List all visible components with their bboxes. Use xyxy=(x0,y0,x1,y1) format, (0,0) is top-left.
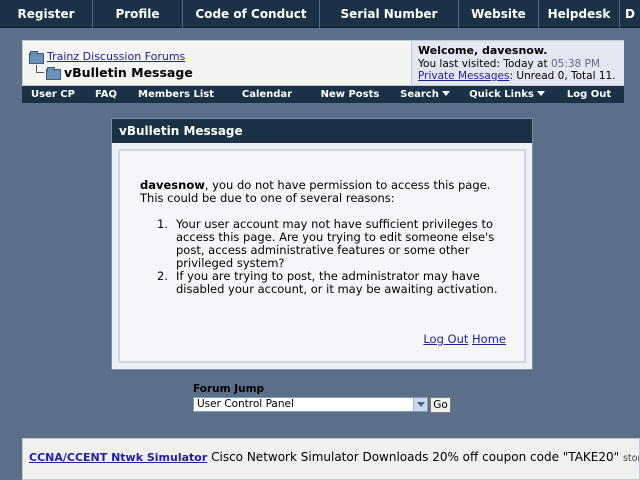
reason-list: 1. Your user account may not have suffici… xyxy=(140,218,524,296)
message-title: vBulletin Message xyxy=(112,119,532,143)
last-visited-time: 05:38 PM xyxy=(550,57,600,70)
subnav-search-label: Search xyxy=(400,89,439,100)
message-panel: vBulletin Message davesnow, you do not h… xyxy=(111,118,533,370)
subnav-search[interactable]: Search xyxy=(390,86,460,103)
dropdown-arrow-icon xyxy=(536,91,545,96)
sub-nav: User CP FAQ Members List Calendar New Po… xyxy=(22,86,624,103)
reason-item: 2. If you are trying to post, the adminis… xyxy=(140,270,512,296)
nav-partial-item[interactable]: D xyxy=(620,0,640,28)
dropdown-arrow-icon xyxy=(441,91,450,96)
forum-jump-select[interactable]: User Control Panel xyxy=(193,397,428,412)
reason-number: 1. xyxy=(157,217,168,231)
subnav-faq[interactable]: FAQ xyxy=(84,86,128,103)
folder-open-icon xyxy=(46,66,61,80)
forum-jump: Forum Jump User Control Panel Go xyxy=(193,383,451,413)
welcome-box: Welcome, davesnow. You last visited: Tod… xyxy=(411,41,624,85)
nav-register[interactable]: Register xyxy=(0,0,93,28)
subnav-quick-links-label: Quick Links xyxy=(469,89,534,100)
welcome-greeting: Welcome, davesnow. xyxy=(418,44,548,57)
ad-url[interactable]: store.pe xyxy=(623,453,639,464)
reason-text: If you are trying to post, the administr… xyxy=(176,269,498,296)
subnav-quick-links[interactable]: Quick Links xyxy=(460,86,554,103)
page-title: vBulletin Message xyxy=(64,64,193,80)
ad-text: Cisco Network Simulator Downloads 20% of… xyxy=(211,450,620,464)
ad-link[interactable]: CCNA/CCENT Ntwk Simulator xyxy=(29,451,207,464)
top-nav: Register Profile Code of Conduct Serial … xyxy=(0,0,640,28)
go-button[interactable]: Go xyxy=(430,397,451,413)
message-intro: davesnow, you do not have permission to … xyxy=(140,179,492,205)
subnav-log-out[interactable]: Log Out xyxy=(554,86,624,103)
reason-text: Your user account may not have sufficien… xyxy=(176,217,495,270)
message-username: davesnow xyxy=(140,178,205,192)
forum-jump-selected: User Control Panel xyxy=(197,398,294,410)
breadcrumb: Trainz Discussion Forums vBulletin Messa… xyxy=(23,41,411,85)
log-out-link[interactable]: Log Out xyxy=(423,332,468,346)
home-link[interactable]: Home xyxy=(472,332,506,346)
subnav-calendar[interactable]: Calendar xyxy=(224,86,310,103)
subnav-user-cp[interactable]: User CP xyxy=(22,86,84,103)
reason-number: 2. xyxy=(157,269,168,283)
nav-serial-number[interactable]: Serial Number xyxy=(320,0,459,28)
nav-profile[interactable]: Profile xyxy=(93,0,183,28)
private-messages-link[interactable]: Private Messages xyxy=(418,70,509,82)
nav-code-of-conduct[interactable]: Code of Conduct xyxy=(183,0,320,28)
folder-icon xyxy=(29,50,44,64)
message-links: Log Out Home xyxy=(423,333,506,346)
nav-website[interactable]: Website xyxy=(459,0,539,28)
message-body: davesnow, you do not have permission to … xyxy=(118,149,526,363)
last-visited-label: You last visited: Today at xyxy=(418,57,548,70)
subnav-members-list[interactable]: Members List xyxy=(128,86,224,103)
breadcrumb-forum-link[interactable]: Trainz Discussion Forums xyxy=(47,50,185,63)
reason-item: 1. Your user account may not have suffici… xyxy=(140,218,512,270)
forum-jump-label: Forum Jump xyxy=(193,383,265,395)
subnav-new-posts[interactable]: New Posts xyxy=(310,86,390,103)
nav-helpdesk[interactable]: Helpdesk xyxy=(539,0,620,28)
pm-status: : Unread 0, Total 11. xyxy=(509,70,616,82)
chevron-down-icon[interactable] xyxy=(413,398,427,411)
tree-branch-icon xyxy=(36,65,44,73)
breadcrumb-panel: Trainz Discussion Forums vBulletin Messa… xyxy=(22,40,624,86)
ad-bar: CCNA/CCENT Ntwk Simulator Cisco Network … xyxy=(22,438,640,480)
